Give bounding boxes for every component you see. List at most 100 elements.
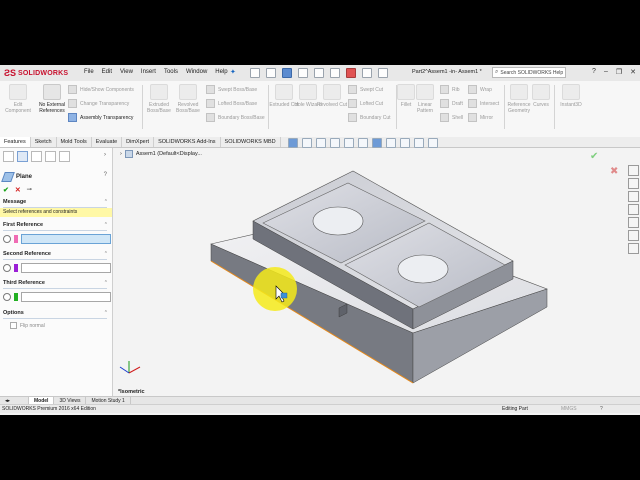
second-reference-header[interactable]: Second Reference [3, 251, 51, 257]
pin-menu-icon[interactable]: ✦ [230, 68, 236, 76]
forum-icon[interactable] [628, 243, 639, 254]
menu-help[interactable]: Help [215, 69, 227, 75]
lofted-boss-button[interactable]: Lofted Boss/Base [206, 99, 265, 108]
minimize-icon[interactable]: – [604, 68, 608, 76]
linear-pattern-button[interactable]: Linear Pattern [414, 84, 436, 114]
dimxpert-manager-tab-icon[interactable] [45, 151, 56, 162]
third-reference-collapse-icon[interactable]: ⌃ [104, 280, 108, 286]
section-view-icon[interactable] [330, 138, 340, 148]
edit-component-button[interactable]: Edit Component [3, 84, 33, 114]
rebuild-icon[interactable] [346, 68, 356, 78]
graphics-viewport[interactable] [113, 160, 625, 402]
second-reference-selection-box[interactable] [21, 263, 111, 273]
restore-icon[interactable]: ❐ [616, 68, 622, 76]
file-explorer-icon[interactable] [628, 191, 639, 202]
shell-button[interactable]: Shell [440, 113, 463, 122]
property-manager-tab-icon[interactable] [17, 151, 28, 162]
boundary-cut-button[interactable]: Boundary Cut [348, 113, 391, 122]
undo-icon[interactable] [314, 68, 324, 78]
first-reference-selection-box[interactable] [21, 234, 111, 244]
view-orientation-icon[interactable] [358, 138, 368, 148]
message-section-header[interactable]: Message [3, 199, 26, 205]
tab-mold-tools[interactable]: Mold Tools [57, 137, 92, 147]
menu-insert[interactable]: Insert [141, 69, 156, 75]
file-properties-icon[interactable] [362, 68, 372, 78]
third-reference-selection-box[interactable] [21, 292, 111, 302]
boss-right[interactable] [397, 254, 449, 284]
pushpin-icon[interactable]: ⊸ [27, 186, 32, 194]
tab-dimxpert[interactable]: DimXpert [122, 137, 155, 147]
assembly-transparency-button[interactable]: Assembly Transparency [68, 113, 134, 122]
swept-cut-button[interactable]: Swept Cut [348, 85, 391, 94]
first-reference-collapse-icon[interactable]: ⌃ [104, 222, 108, 228]
dynamic-annotation-icon[interactable] [344, 138, 354, 148]
wrap-button[interactable]: Wrap [468, 85, 499, 94]
second-reference-collapse-icon[interactable]: ⌃ [104, 251, 108, 257]
appearances-icon[interactable] [628, 217, 639, 228]
mirror-button[interactable]: Mirror [468, 113, 499, 122]
options-icon[interactable] [378, 68, 388, 78]
display-manager-tab-icon[interactable] [59, 151, 70, 162]
menu-window[interactable]: Window [186, 69, 207, 75]
instant3d-button[interactable]: Instant3D [556, 84, 586, 108]
hide-show-items-icon[interactable] [386, 138, 396, 148]
boundary-boss-button[interactable]: Boundary Boss/Base [206, 113, 265, 122]
custom-properties-icon[interactable] [628, 230, 639, 241]
display-style-icon[interactable] [372, 138, 382, 148]
design-library-icon[interactable] [628, 178, 639, 189]
intersect-button[interactable]: Intersect [468, 99, 499, 108]
ok-checkmark-icon[interactable]: ✔ [3, 186, 9, 194]
boss-left[interactable] [312, 206, 364, 236]
apply-scene-icon[interactable] [414, 138, 424, 148]
view-settings-icon[interactable] [428, 138, 438, 148]
search-help-field[interactable]: ⌕ Search SOLIDWORKS Help [492, 67, 566, 78]
panel-expand-icon[interactable]: › [104, 152, 106, 158]
curves-button[interactable]: Curves [530, 84, 552, 108]
message-collapse-icon[interactable]: ⌃ [104, 199, 108, 205]
solidworks-resources-icon[interactable] [628, 165, 639, 176]
no-external-references-button[interactable]: No External References [34, 84, 70, 114]
help-icon[interactable]: ? [104, 172, 107, 178]
draft-button[interactable]: Draft [440, 99, 463, 108]
first-reference-header[interactable]: First Reference [3, 222, 43, 228]
zoom-to-fit-icon[interactable] [288, 138, 298, 148]
new-document-icon[interactable] [250, 68, 260, 78]
select-icon[interactable] [330, 68, 340, 78]
previous-view-icon[interactable] [316, 138, 326, 148]
zoom-to-area-icon[interactable] [302, 138, 312, 148]
status-help-icon[interactable]: ? [600, 405, 603, 413]
options-collapse-icon[interactable]: ⌃ [104, 310, 108, 316]
menu-file[interactable]: File [84, 69, 94, 75]
open-icon[interactable] [266, 68, 276, 78]
help-icon[interactable]: ? [592, 68, 596, 76]
lofted-cut-button[interactable]: Lofted Cut [348, 99, 391, 108]
options-header[interactable]: Options [3, 310, 24, 316]
menu-edit[interactable]: Edit [102, 69, 112, 75]
swept-boss-button[interactable]: Swept Boss/Base [206, 85, 265, 94]
hide-show-components-button[interactable]: Hide/Show Components [68, 85, 134, 94]
third-reference-header[interactable]: Third Reference [3, 280, 45, 286]
print-icon[interactable] [298, 68, 308, 78]
tab-sketch[interactable]: Sketch [31, 137, 57, 147]
configuration-manager-tab-icon[interactable] [31, 151, 42, 162]
change-transparency-button[interactable]: Change Transparency [68, 99, 134, 108]
tab-features[interactable]: Features [0, 137, 31, 147]
cancel-x-icon[interactable]: ✕ [15, 186, 21, 194]
revolved-cut-button[interactable]: Revolved Cut [317, 84, 347, 108]
revolved-boss-button[interactable]: Revolved Boss/Base [173, 84, 203, 114]
view-palette-icon[interactable] [628, 204, 639, 215]
feature-tree-flyout[interactable]: › Assem1 (Default<Display... [120, 150, 202, 158]
feature-tree-tab-icon[interactable] [3, 151, 14, 162]
extruded-boss-button[interactable]: Extruded Boss/Base [144, 84, 174, 114]
tab-evaluate[interactable]: Evaluate [92, 137, 123, 147]
tab-solidworks-add-ins[interactable]: SOLIDWORKS Add-Ins [154, 137, 221, 147]
tab-solidworks-mbd[interactable]: SOLIDWORKS MBD [221, 137, 281, 147]
rib-button[interactable]: Rib [440, 85, 463, 94]
close-icon[interactable]: ✕ [630, 68, 636, 76]
menu-view[interactable]: View [120, 69, 133, 75]
flip-normal-checkbox[interactable] [10, 322, 17, 329]
flip-normal-option[interactable]: Flip normal [10, 322, 45, 329]
save-icon[interactable] [282, 68, 292, 78]
status-units[interactable]: MMGS [561, 405, 577, 413]
menu-tools[interactable]: Tools [164, 69, 178, 75]
